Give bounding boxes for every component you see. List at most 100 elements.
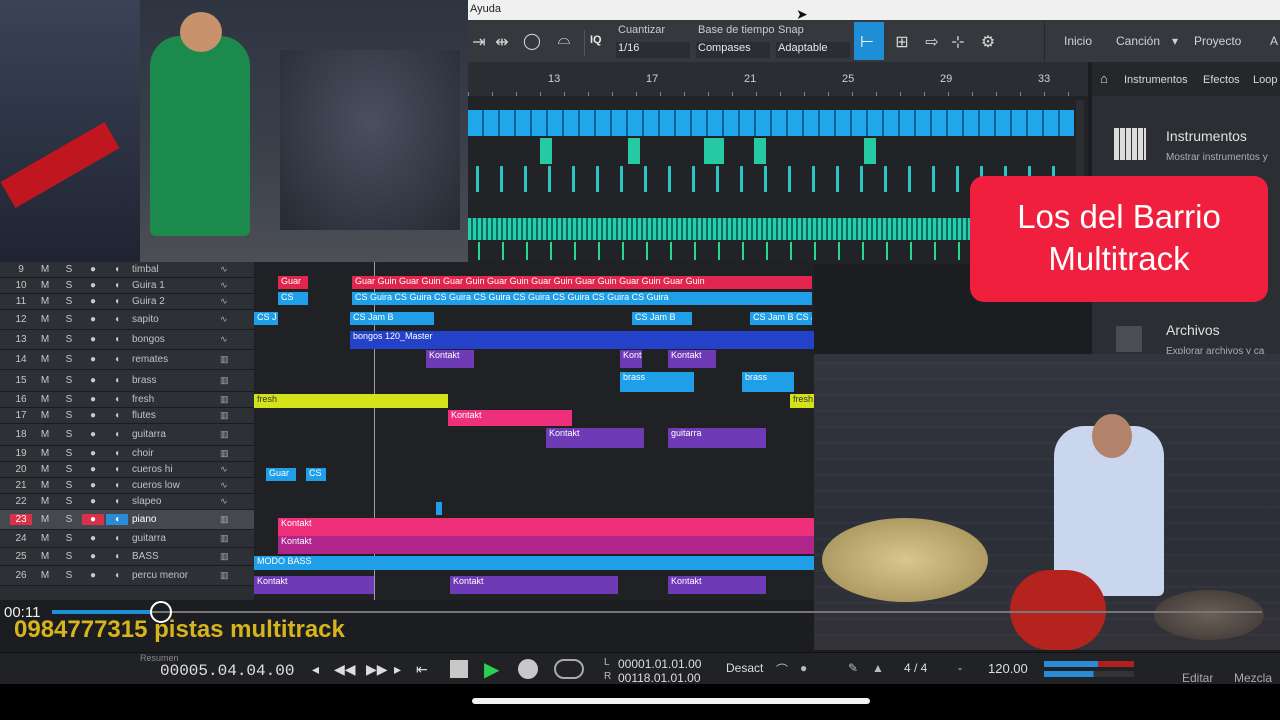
tempo-display[interactable]: 120.00 xyxy=(988,661,1028,676)
clip-brass[interactable]: brass xyxy=(742,372,794,392)
mute-button[interactable]: M xyxy=(34,296,56,307)
track-name[interactable]: percu menor xyxy=(132,570,188,581)
monitor-icon[interactable]: ◖ xyxy=(106,496,128,507)
track-name[interactable]: Guira 2 xyxy=(132,296,165,307)
monitor-icon[interactable]: ◖ xyxy=(106,533,128,544)
home-icon[interactable]: ⌂ xyxy=(1100,71,1108,86)
track-row[interactable]: 25 M S ● ◖ BASS ▥ xyxy=(0,548,254,566)
record-arm-icon[interactable]: ● xyxy=(82,480,104,491)
split-icon[interactable]: ⊞ xyxy=(892,32,912,52)
track-name[interactable]: fresh xyxy=(132,394,154,405)
clip-guar-guin[interactable]: Guar Guin Guar Guin Guar Guin Guar Guin … xyxy=(352,276,812,289)
mute-button[interactable]: M xyxy=(34,264,56,275)
solo-button[interactable]: S xyxy=(58,375,80,386)
record-arm-icon[interactable]: ● xyxy=(82,264,104,275)
tempo-icon[interactable]: ▲ xyxy=(872,661,884,675)
solo-button[interactable]: S xyxy=(58,264,80,275)
clip-bongos[interactable]: bongos 120_Master xyxy=(350,331,814,349)
monitor-icon[interactable]: ◖ xyxy=(106,570,128,581)
solo-button[interactable]: S xyxy=(58,514,80,525)
monitor-icon[interactable]: ◖ xyxy=(106,410,128,421)
monitor-icon[interactable]: ◖ xyxy=(106,464,128,475)
clip-fresh[interactable]: fresh xyxy=(254,394,448,408)
marker-icon[interactable]: ⊹ xyxy=(948,32,968,52)
metronome-icon[interactable]: ⌒ xyxy=(776,661,788,678)
timebase-select[interactable]: Compases xyxy=(696,42,770,58)
nav-more[interactable]: A xyxy=(1270,34,1278,48)
loop-icon[interactable] xyxy=(554,659,584,679)
solo-button[interactable]: S xyxy=(58,394,80,405)
precount-icon[interactable]: ● xyxy=(800,661,807,675)
solo-button[interactable]: S xyxy=(58,448,80,459)
clip-fresh[interactable]: fresh xyxy=(790,394,814,408)
record-arm-icon[interactable]: ● xyxy=(82,429,104,440)
mute-button[interactable]: M xyxy=(34,533,56,544)
record-arm-icon[interactable]: ● xyxy=(82,514,104,525)
track-name[interactable]: timbal xyxy=(132,264,159,275)
solo-button[interactable]: S xyxy=(58,410,80,421)
track-row[interactable]: 20 M S ● ◖ cueros hi ∿ xyxy=(0,462,254,478)
track-row[interactable]: 10 M S ● ◖ Guira 1 ∿ xyxy=(0,278,254,294)
quantize-select[interactable]: 1/16 xyxy=(616,42,690,58)
track-name[interactable]: bongos xyxy=(132,334,165,345)
track-row[interactable]: 14 M S ● ◖ remates ▥ xyxy=(0,350,254,370)
range-tool-icon[interactable]: ⇹ xyxy=(492,32,512,52)
clip-kontakt[interactable]: Kontakt xyxy=(426,350,474,368)
wrench-icon[interactable]: ✎ xyxy=(848,661,858,675)
track-row[interactable]: 11 M S ● ◖ Guira 2 ∿ xyxy=(0,294,254,310)
listen-tool-icon[interactable]: ⌓ xyxy=(552,31,576,49)
track-name[interactable]: piano xyxy=(132,514,156,525)
monitor-icon[interactable]: ◖ xyxy=(106,514,128,525)
solo-button[interactable]: S xyxy=(58,480,80,491)
clip-kontakt-percu[interactable]: Kontakt xyxy=(450,576,618,594)
iq-button[interactable]: IQ xyxy=(590,34,602,46)
edit-button[interactable]: Editar xyxy=(1182,671,1213,685)
record-arm-icon[interactable]: ● xyxy=(82,334,104,345)
clip-slapeo[interactable] xyxy=(436,502,442,515)
solo-button[interactable]: S xyxy=(58,296,80,307)
track-row[interactable]: 15 M S ● ◖ brass ▥ xyxy=(0,370,254,392)
mix-button[interactable]: Mezcla xyxy=(1234,671,1272,685)
clip-lane-1[interactable] xyxy=(468,110,1074,136)
video-progress-track[interactable] xyxy=(52,611,1262,613)
track-name[interactable]: sapito xyxy=(132,314,159,325)
clip-kontakt-percu[interactable]: Kontakt xyxy=(668,576,766,594)
track-name[interactable]: brass xyxy=(132,375,156,386)
track-name[interactable]: cueros low xyxy=(132,480,180,491)
fast-forward-icon[interactable]: ▶▶ xyxy=(366,661,388,678)
clip-kontakt-piano[interactable]: Kontakt xyxy=(278,518,814,536)
select-tool-icon[interactable]: ⇥ xyxy=(470,32,488,52)
record-icon[interactable] xyxy=(518,659,538,679)
clip-cs-jam[interactable]: CS Jam B xyxy=(350,312,434,325)
monitor-icon[interactable]: ◖ xyxy=(106,296,128,307)
track-name[interactable]: flutes xyxy=(132,410,156,421)
track-row[interactable]: 12 M S ● ◖ sapito ∿ xyxy=(0,310,254,330)
browser-section-title[interactable]: Archivos xyxy=(1166,322,1220,338)
clip-d[interactable] xyxy=(540,138,552,164)
clip-d[interactable] xyxy=(628,138,640,164)
mute-button[interactable]: M xyxy=(34,570,56,581)
zoom-tool-icon[interactable]: ◯ xyxy=(522,31,542,51)
nav-project[interactable]: Proyecto xyxy=(1194,34,1241,48)
grid-options-icon[interactable]: ⚙ xyxy=(974,32,1002,52)
clip-brass[interactable]: brass xyxy=(620,372,694,392)
record-arm-icon[interactable]: ● xyxy=(82,314,104,325)
monitor-icon[interactable]: ◖ xyxy=(106,334,128,345)
track-row[interactable]: 26 M S ● ◖ percu menor ▥ xyxy=(0,566,254,586)
track-name[interactable]: remates xyxy=(132,354,168,365)
mute-button[interactable]: M xyxy=(34,480,56,491)
nav-start[interactable]: Inicio xyxy=(1064,34,1092,48)
rewind-icon[interactable]: ◀◀ xyxy=(334,661,356,678)
monitor-icon[interactable]: ◖ xyxy=(106,394,128,405)
mute-button[interactable]: M xyxy=(34,410,56,421)
clip-d[interactable] xyxy=(704,138,724,164)
monitor-icon[interactable]: ◖ xyxy=(106,429,128,440)
monitor-icon[interactable]: ◖ xyxy=(106,448,128,459)
clip-kontakt[interactable]: Kontakt xyxy=(448,410,572,426)
track-row[interactable]: 24 M S ● ◖ guitarra ▥ xyxy=(0,530,254,548)
mute-button[interactable]: M xyxy=(34,334,56,345)
key-display[interactable]: - xyxy=(958,661,962,675)
solo-button[interactable]: S xyxy=(58,551,80,562)
mute-button[interactable]: M xyxy=(34,375,56,386)
timeline-ruler[interactable]: 13 17 21 25 29 33 xyxy=(468,62,1088,96)
